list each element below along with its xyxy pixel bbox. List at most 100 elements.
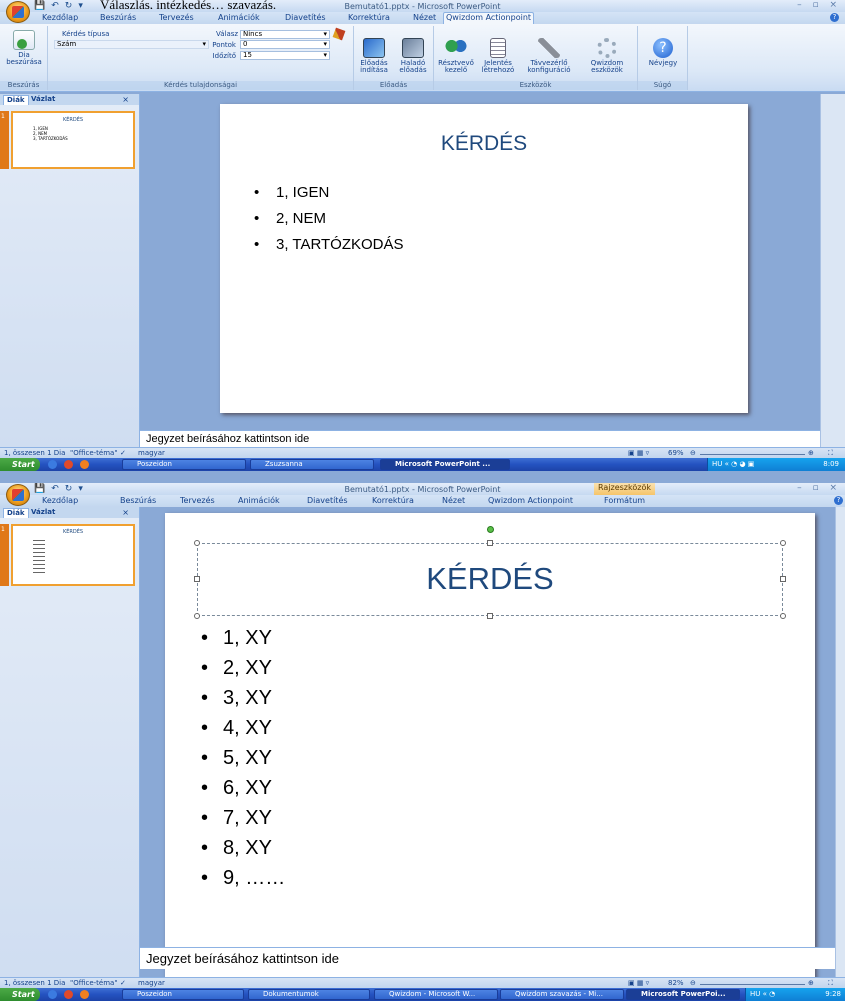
tab-diavetites[interactable]: Diavetítés bbox=[283, 13, 328, 24]
zoom-level[interactable]: 82% bbox=[668, 979, 684, 987]
start-presentation-button[interactable]: Előadás indítása bbox=[356, 38, 392, 74]
tab-korrektura[interactable]: Korrektúra bbox=[346, 13, 392, 24]
tab-vazlat[interactable]: Vázlat bbox=[28, 508, 58, 518]
qwizdom-tools-button[interactable]: Qwizdom eszközök bbox=[580, 38, 634, 74]
help-icon[interactable]: ? bbox=[830, 13, 839, 22]
insert-slide-button[interactable]: Dia beszúrása bbox=[4, 30, 44, 66]
slide-thumbnail[interactable]: KÉRDÉS 1, IGEN 2, NEM 3, TARTÓZKODÁS bbox=[11, 111, 135, 169]
firefox-icon[interactable] bbox=[80, 460, 89, 469]
help-icon[interactable]: ? bbox=[834, 496, 843, 505]
slide[interactable]: KÉRDÉS 1, IGEN 2, NEM 3, TARTÓZKODÁS bbox=[220, 104, 748, 413]
taskbar-item-qwizdom-word[interactable]: Qwizdom - Microsoft W... bbox=[374, 989, 498, 1000]
taskbar-item-poszeidon[interactable]: Poszeidon bbox=[122, 459, 246, 470]
office-button[interactable] bbox=[6, 484, 30, 506]
tab-diavetites[interactable]: Diavetítés bbox=[305, 496, 350, 507]
about-button[interactable]: ? Névjegy bbox=[642, 38, 684, 67]
tab-kezdolap[interactable]: Kezdőlap bbox=[40, 496, 80, 507]
save-icon[interactable]: 💾 bbox=[34, 484, 45, 494]
tray-icons[interactable]: HU « ◔ bbox=[750, 990, 775, 998]
tab-tervezes[interactable]: Tervezés bbox=[157, 13, 196, 24]
tab-vazlat[interactable]: Vázlat bbox=[28, 95, 58, 105]
tab-beszuras[interactable]: Beszúrás bbox=[98, 13, 138, 24]
zoom-level[interactable]: 69% bbox=[668, 449, 684, 457]
close-pane-icon[interactable]: × bbox=[122, 95, 129, 104]
zoom-slider[interactable] bbox=[700, 454, 805, 455]
language-status[interactable]: magyar bbox=[138, 449, 165, 457]
tab-animaciok[interactable]: Animációk bbox=[236, 496, 282, 507]
tab-korrektura[interactable]: Korrektúra bbox=[370, 496, 416, 507]
rotate-handle[interactable] bbox=[487, 526, 494, 533]
close-pane-icon[interactable]: × bbox=[122, 508, 129, 517]
taskbar-item-dokumentumok[interactable]: Dokumentumok bbox=[248, 989, 370, 1000]
points-select[interactable]: 0 ▾ bbox=[240, 40, 330, 49]
fit-window-icon[interactable]: ⛶ bbox=[828, 449, 833, 458]
resize-handle[interactable] bbox=[194, 613, 200, 619]
ie-icon[interactable] bbox=[48, 460, 57, 469]
notes-pane[interactable]: Jegyzet beírásához kattintson ide bbox=[140, 430, 820, 447]
resize-handle[interactable] bbox=[487, 613, 493, 619]
answer-select[interactable]: Nincs ▾ bbox=[240, 30, 330, 39]
resize-handle[interactable] bbox=[194, 540, 200, 546]
tab-nezet[interactable]: Nézet bbox=[411, 13, 438, 24]
zoom-out-icon[interactable]: ⊖ bbox=[690, 449, 696, 457]
tab-qwizdom-actionpoint[interactable]: Qwizdom Actionpoint bbox=[443, 12, 535, 24]
slide[interactable]: KÉRDÉS 1, XY 2, XY 3, XY 4, XY 5, XY 6, … bbox=[165, 513, 815, 980]
zoom-in-icon[interactable]: ⊕ bbox=[808, 979, 814, 987]
taskbar-item-poszeidon[interactable]: Poszeidon bbox=[122, 989, 244, 1000]
view-buttons[interactable]: ▣ ▦ ▿ bbox=[628, 979, 649, 987]
firefox-icon[interactable] bbox=[80, 990, 89, 999]
slide-title[interactable]: KÉRDÉS bbox=[197, 561, 783, 597]
tab-diak[interactable]: Diák bbox=[3, 508, 29, 518]
tab-animaciok[interactable]: Animációk bbox=[216, 13, 262, 24]
ie-icon[interactable] bbox=[48, 990, 57, 999]
fit-window-icon[interactable]: ⛶ bbox=[828, 979, 833, 988]
pencil-icon[interactable] bbox=[332, 27, 346, 41]
tab-diak[interactable]: Diák bbox=[3, 95, 29, 105]
language-status[interactable]: magyar bbox=[138, 979, 165, 987]
taskbar-item-powerpoint[interactable]: Microsoft PowerPoint ... bbox=[380, 459, 510, 470]
customize-qat-icon[interactable]: ▾ bbox=[78, 484, 83, 494]
taskbar-item-qwizdom-szavazas[interactable]: Qwizdom szavazás - Mi... bbox=[500, 989, 624, 1000]
chrome-icon[interactable] bbox=[64, 460, 73, 469]
window-controls[interactable]: – ▫ × bbox=[797, 483, 841, 493]
office-button[interactable] bbox=[6, 1, 30, 23]
tab-qwizdom-actionpoint[interactable]: Qwizdom Actionpoint bbox=[486, 496, 575, 507]
slide-bullet-list[interactable]: 1, IGEN 2, NEM 3, TARTÓZKODÁS bbox=[254, 180, 404, 258]
slide-count-status: 1, összesen 1 Dia bbox=[4, 979, 66, 987]
start-button[interactable]: Start bbox=[0, 458, 40, 471]
tab-kezdolap[interactable]: Kezdőlap bbox=[40, 13, 80, 24]
report-creator-button[interactable]: Jelentés létrehozó bbox=[478, 38, 518, 74]
slide-thumbnail[interactable]: KÉRDÉS bbox=[11, 524, 135, 586]
tray-icons[interactable]: HU « ◔ ◕ ▣ bbox=[712, 460, 754, 468]
slide-title[interactable]: KÉRDÉS bbox=[220, 132, 748, 156]
tab-formatum[interactable]: Formátum bbox=[602, 496, 647, 507]
taskbar-item-zsuzsanna[interactable]: Zsuzsanna bbox=[250, 459, 374, 470]
chrome-icon[interactable] bbox=[64, 990, 73, 999]
ribbon-tabs: Kezdőlap Beszúrás Tervezés Animációk Dia… bbox=[0, 12, 845, 24]
start-button[interactable]: Start bbox=[0, 988, 40, 1001]
vertical-scrollbar[interactable] bbox=[835, 507, 845, 988]
resize-handle[interactable] bbox=[780, 540, 786, 546]
slide-bullet-list[interactable]: 1, XY 2, XY 3, XY 4, XY 5, XY 6, XY 7, X… bbox=[201, 623, 285, 893]
timer-select[interactable]: 15 ▾ bbox=[240, 51, 330, 60]
spellcheck-icon[interactable]: ✓ bbox=[120, 449, 126, 457]
taskbar-item-powerpoint[interactable]: Microsoft PowerPoi... bbox=[626, 989, 740, 1000]
vertical-scrollbar[interactable] bbox=[820, 94, 845, 447]
advanced-presentation-button[interactable]: Haladó előadás bbox=[394, 38, 432, 74]
tab-beszuras[interactable]: Beszúrás bbox=[118, 496, 158, 507]
zoom-slider[interactable] bbox=[700, 984, 805, 985]
view-buttons[interactable]: ▣ ▦ ▿ bbox=[628, 449, 649, 457]
question-type-select[interactable]: Szám ▾ bbox=[54, 40, 209, 49]
zoom-in-icon[interactable]: ⊕ bbox=[808, 449, 814, 457]
remote-config-button[interactable]: Távvezérlő konfiguráció bbox=[520, 38, 578, 74]
tab-tervezes[interactable]: Tervezés bbox=[178, 496, 217, 507]
zoom-out-icon[interactable]: ⊖ bbox=[690, 979, 696, 987]
participant-manager-button[interactable]: Résztvevő kezelő bbox=[436, 38, 476, 74]
tab-nezet[interactable]: Nézet bbox=[440, 496, 467, 507]
redo-icon[interactable]: ↻ bbox=[65, 484, 73, 494]
notes-pane[interactable]: Jegyzet beírásához kattintson ide bbox=[140, 947, 835, 969]
resize-handle[interactable] bbox=[780, 613, 786, 619]
undo-icon[interactable]: ↶ bbox=[51, 484, 59, 494]
spellcheck-icon[interactable]: ✓ bbox=[120, 979, 126, 987]
resize-handle[interactable] bbox=[487, 540, 493, 546]
